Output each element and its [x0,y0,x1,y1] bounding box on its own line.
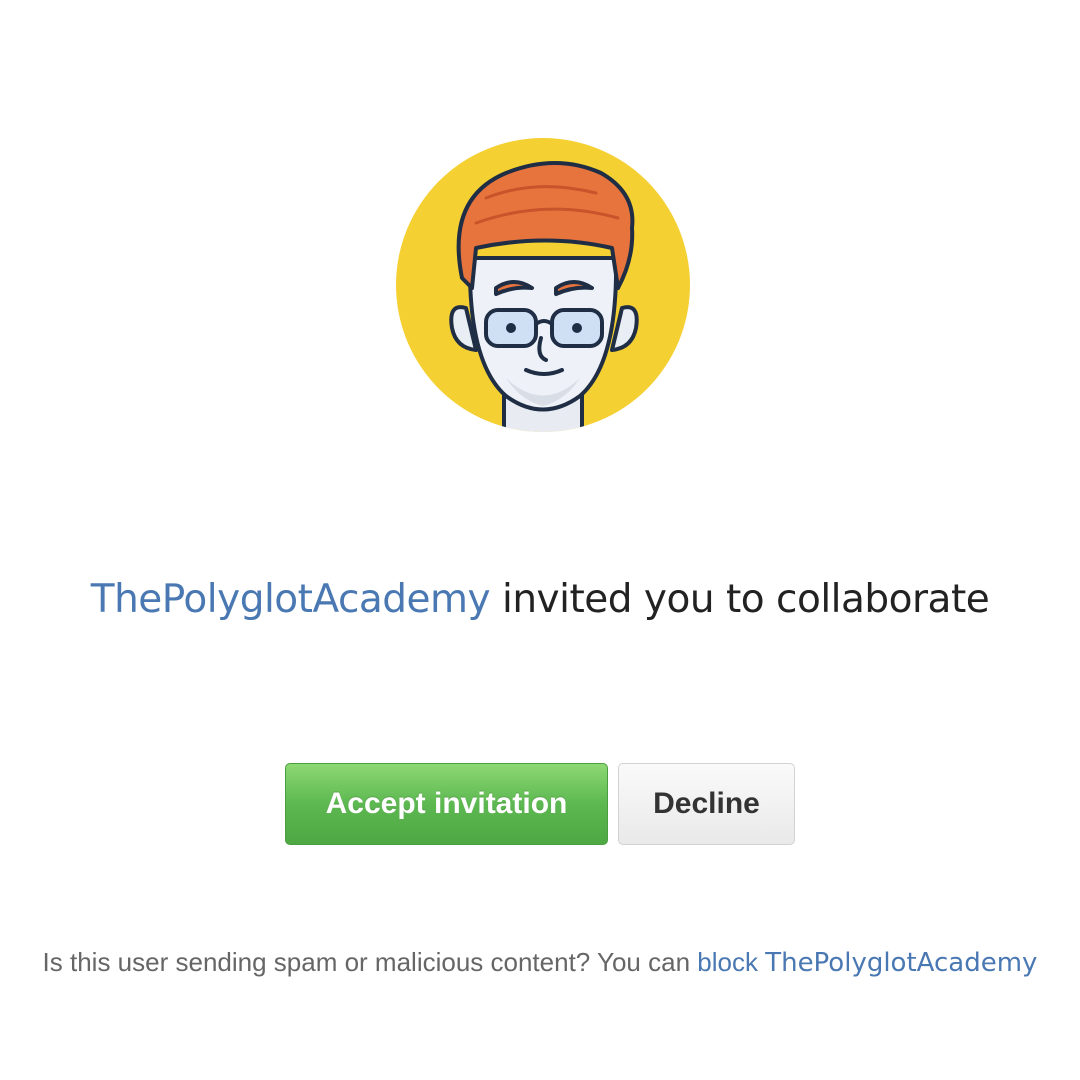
blocked-user-link[interactable]: ThePolyglotAcademy [765,948,1037,978]
invitation-message: invited you to collaborate [490,577,990,622]
spam-notice: Is this user sending spam or malicious c… [0,942,1080,983]
inviter-link[interactable]: ThePolyglotAcademy [91,577,491,622]
spam-prompt: Is this user sending spam or malicious c… [42,947,698,977]
avatar [396,138,690,432]
invitation-headline: ThePolyglotAcademy invited you to collab… [0,572,1080,628]
invitation-actions: Accept invitation Decline [285,763,795,845]
decline-button[interactable]: Decline [618,763,795,845]
block-user-link[interactable]: block [697,947,758,977]
cartoon-avatar-icon [396,138,690,432]
accept-invitation-button[interactable]: Accept invitation [285,763,608,845]
